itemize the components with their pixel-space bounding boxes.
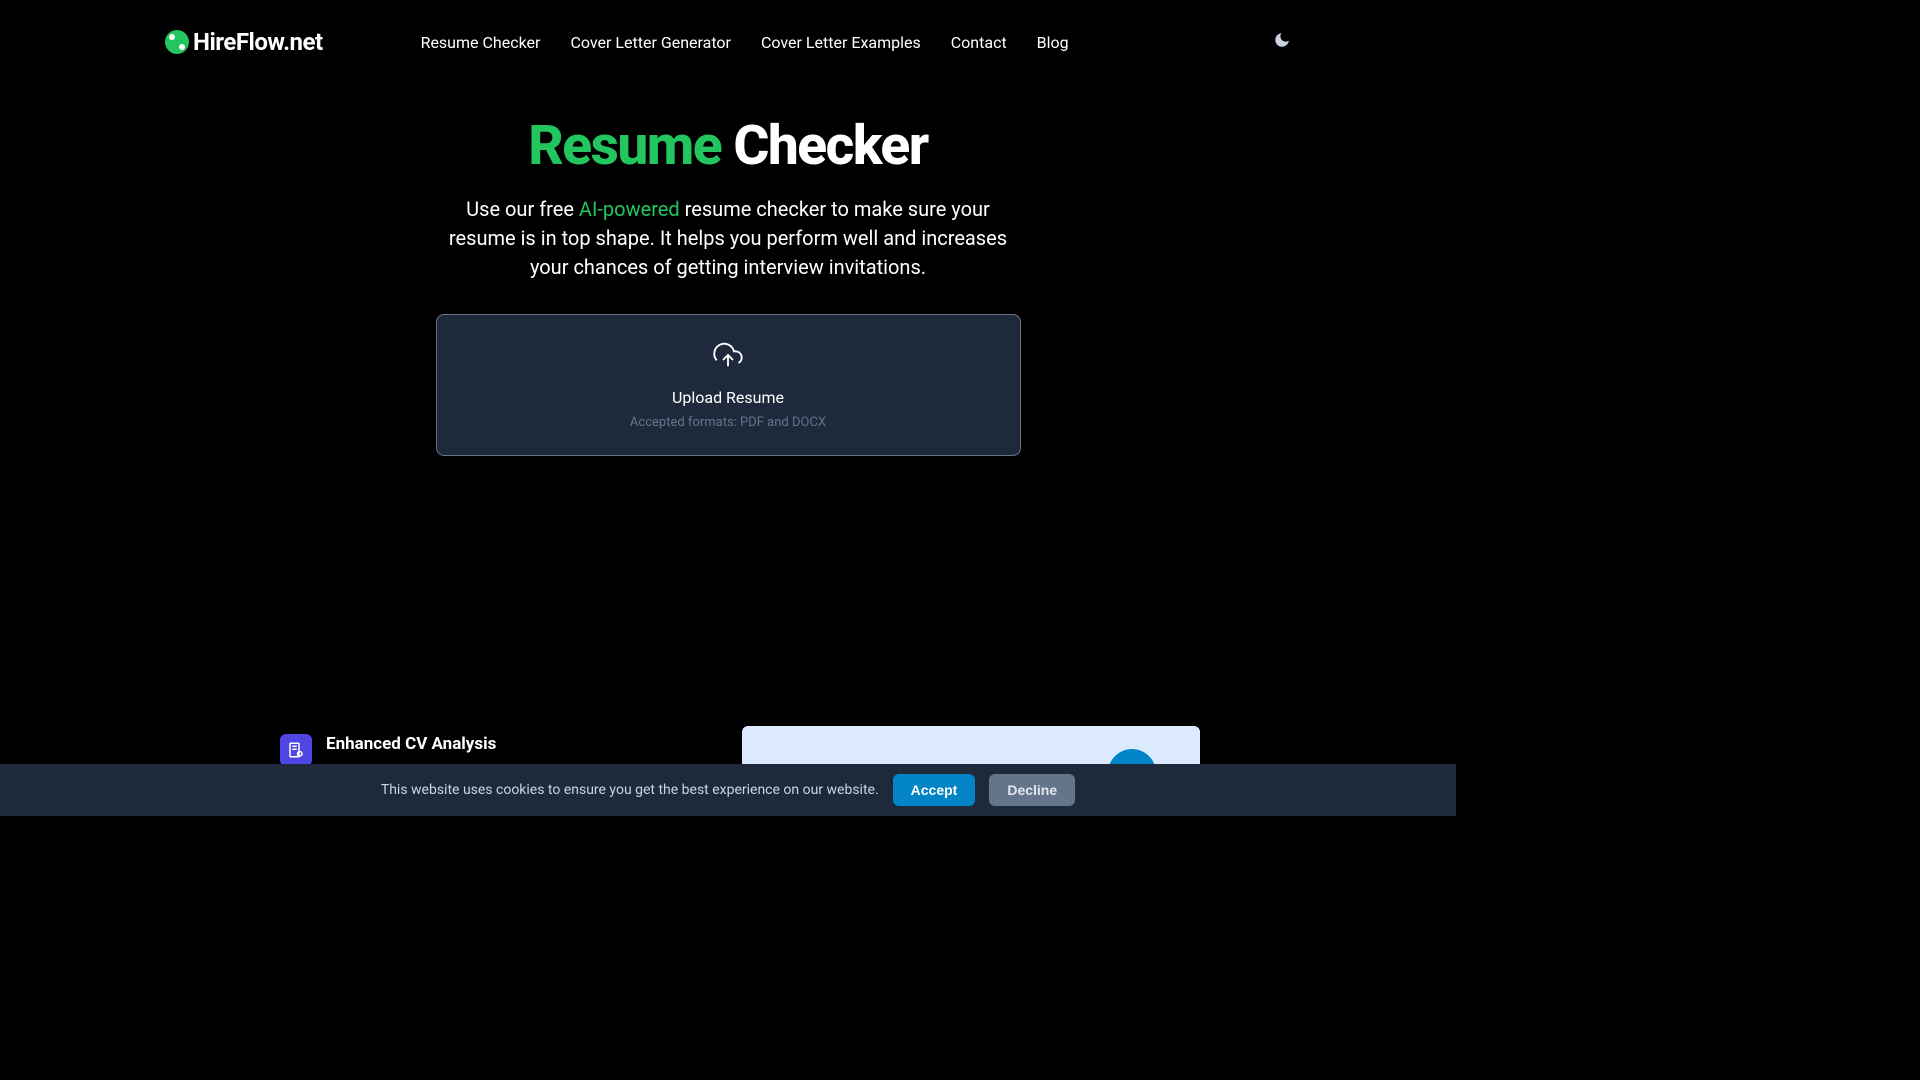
logo-text: HireFlow.net — [193, 28, 323, 56]
upload-dropzone[interactable]: Upload Resume Accepted formats: PDF and … — [436, 314, 1021, 456]
logo-text-net: .net — [283, 28, 323, 56]
nav-blog[interactable]: Blog — [1037, 33, 1069, 52]
feature-card: Enhanced CV Analysis — [280, 734, 496, 766]
page-title: Resume Checker — [20, 116, 1436, 177]
decline-cookies-button[interactable]: Decline — [989, 774, 1075, 806]
moon-icon — [1273, 31, 1291, 49]
upload-label: Upload Resume — [672, 388, 784, 407]
logo-text-flow: Flow — [236, 28, 283, 56]
cookie-text: This website uses cookies to ensure you … — [381, 782, 879, 798]
cookie-banner: This website uses cookies to ensure you … — [0, 764, 1456, 816]
document-analysis-icon — [280, 734, 312, 766]
upload-formats-text: Accepted formats: PDF and DOCX — [630, 415, 826, 430]
subtitle-highlight: AI-powered — [579, 197, 680, 221]
nav-cover-letter-examples[interactable]: Cover Letter Examples — [761, 33, 921, 52]
main-nav: Resume Checker Cover Letter Generator Co… — [421, 33, 1069, 52]
logo[interactable]: HireFlow.net — [165, 28, 323, 56]
feature-title: Enhanced CV Analysis — [326, 734, 496, 754]
page-title-rest: Checker — [721, 114, 928, 178]
logo-text-hire: Hire — [193, 28, 236, 56]
nav-contact[interactable]: Contact — [951, 33, 1007, 52]
nav-cover-letter-generator[interactable]: Cover Letter Generator — [570, 33, 731, 52]
theme-toggle-button[interactable] — [1273, 31, 1291, 53]
header: HireFlow.net Resume Checker Cover Letter… — [0, 0, 1456, 56]
logo-icon — [165, 30, 189, 54]
page-title-highlight: Resume — [528, 114, 721, 178]
accept-cookies-button[interactable]: Accept — [893, 774, 976, 806]
upload-cloud-icon — [710, 340, 746, 374]
page-subtitle: Use our free AI-powered resume checker t… — [433, 195, 1023, 282]
subtitle-prefix: Use our free — [466, 197, 579, 221]
nav-resume-checker[interactable]: Resume Checker — [421, 33, 541, 52]
hero-section: Resume Checker Use our free AI-powered r… — [0, 116, 1456, 456]
